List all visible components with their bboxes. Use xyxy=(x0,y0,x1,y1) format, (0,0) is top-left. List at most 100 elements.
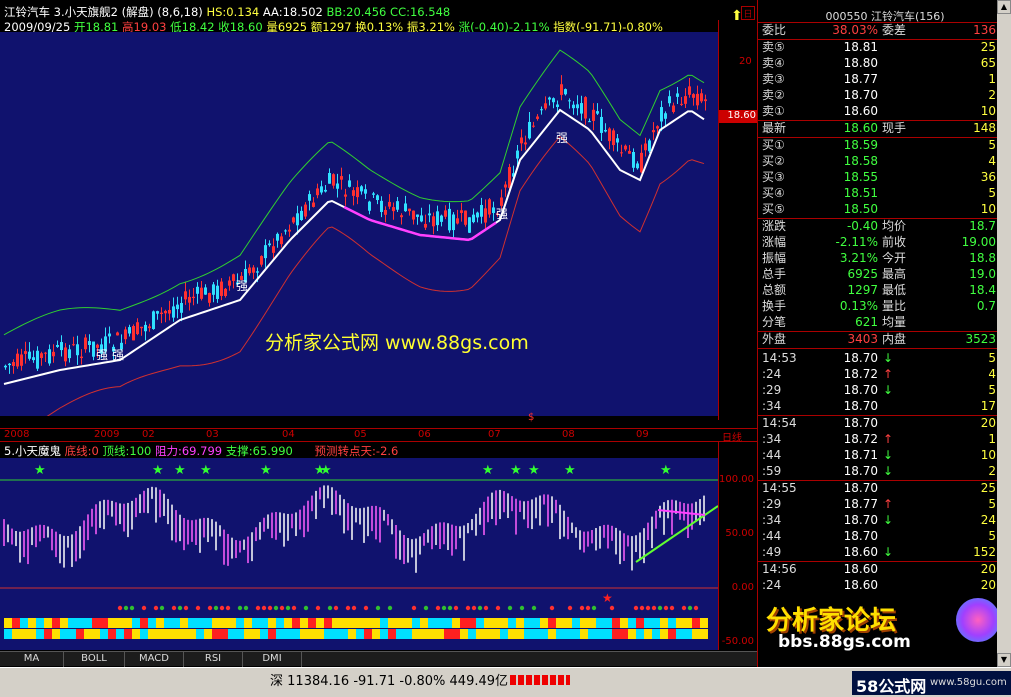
signal-dot xyxy=(669,605,675,611)
tick-row[interactable]: :24 18.72 ↑ 4 xyxy=(758,367,998,382)
tick-row[interactable]: :34 18.70 ↓ 24 xyxy=(758,513,998,528)
tab-boll[interactable]: BOLL xyxy=(64,652,125,667)
tick-row[interactable]: :44 18.70 5 xyxy=(758,529,998,544)
stat-row[interactable]: 振幅 3.21% 今开 18.8 xyxy=(758,251,998,266)
color-band-cell xyxy=(212,629,220,639)
ask-row[interactable]: 卖⑤ 18.81 25 xyxy=(758,40,998,55)
candle-body xyxy=(140,326,143,329)
signal-dot xyxy=(291,605,297,611)
indicator-name[interactable]: 5.小天魔鬼 xyxy=(4,444,61,458)
candlestick-panel[interactable]: 强强强强强 分析家公式网 www.88gs.com $ xyxy=(0,32,718,423)
bid-row[interactable]: 买② 18.58 4 xyxy=(758,154,998,169)
scroll-up-icon[interactable]: ▲ xyxy=(997,0,1011,14)
candle-body xyxy=(452,214,455,231)
candle-body xyxy=(276,233,279,241)
color-band-cell xyxy=(412,618,420,628)
ask-volume: 65 xyxy=(980,56,996,70)
tab-rsi[interactable]: RSI xyxy=(184,652,243,667)
status-index-pct: -0.80% xyxy=(399,674,446,689)
tick-row[interactable]: 14:53 18.70 ↓ 5 xyxy=(758,351,998,366)
tick-direction: ↓ xyxy=(883,464,894,478)
tick-volume: 5 xyxy=(988,383,996,397)
color-band-cell xyxy=(204,618,212,628)
color-band-cell xyxy=(36,629,44,639)
tick-row[interactable]: :59 18.70 ↓ 2 xyxy=(758,464,998,479)
color-band-cell xyxy=(52,618,60,628)
ask-row[interactable]: 卖② 18.70 2 xyxy=(758,88,998,103)
color-band-cell xyxy=(188,629,196,639)
bid-price: 18.58 xyxy=(843,154,878,168)
signal-dot xyxy=(687,605,693,611)
indicator-support: 支撑:65.990 xyxy=(225,444,293,458)
color-band-cell xyxy=(268,618,276,628)
candle-body xyxy=(648,140,651,152)
candle-body xyxy=(356,187,359,198)
candle-body xyxy=(232,274,235,281)
stat-row[interactable]: 涨跌 -0.40 均价 18.7 xyxy=(758,219,998,234)
tick-row[interactable]: :44 18.71 ↓ 10 xyxy=(758,448,998,463)
candle-body xyxy=(620,152,623,154)
color-band-cell xyxy=(124,629,132,639)
tick-row[interactable]: :49 18.60 ↓ 152 xyxy=(758,545,998,560)
bid-row[interactable]: 买① 18.59 5 xyxy=(758,138,998,153)
bid-row[interactable]: 买⑤ 18.50 10 xyxy=(758,202,998,217)
stat-row[interactable]: 总额 1297 最低 18.4 xyxy=(758,283,998,298)
color-band-cell xyxy=(556,629,564,639)
tab-dmi[interactable]: DMI xyxy=(243,652,302,667)
scroll-down-icon[interactable]: ▼ xyxy=(997,653,1011,667)
date-tick: 08 xyxy=(562,429,575,440)
color-band-cell xyxy=(660,618,668,628)
tab-macd[interactable]: MACD xyxy=(125,652,184,667)
bid-row[interactable]: 买③ 18.55 36 xyxy=(758,170,998,185)
tick-row[interactable]: :34 18.72 ↑ 1 xyxy=(758,432,998,447)
color-band-cell xyxy=(660,629,668,639)
color-band-cell xyxy=(76,618,84,628)
tick-row[interactable]: :24 18.60 20 xyxy=(758,578,998,593)
signal-dot xyxy=(303,605,309,611)
signal-dot xyxy=(213,605,219,611)
tick-price: 18.70 xyxy=(843,529,878,543)
formula-name[interactable]: 3.小天旗舰2 (解盘) xyxy=(54,5,154,19)
outer-inner-row[interactable]: 外盘 3403 内盘 3523 xyxy=(758,332,998,347)
color-band-cell xyxy=(108,629,116,639)
tick-row[interactable]: :29 18.77 ↑ 5 xyxy=(758,497,998,512)
signal-dot xyxy=(219,605,225,611)
color-band-cell xyxy=(692,618,700,628)
weicha-value: 136 xyxy=(973,23,996,37)
tick-row[interactable]: 14:56 18.60 20 xyxy=(758,562,998,577)
signal-dot xyxy=(519,605,525,611)
color-band-cell xyxy=(116,618,124,628)
ind-tick-neg50: -50.00 xyxy=(721,636,754,647)
signal-dot xyxy=(651,605,657,611)
tick-volume: 5 xyxy=(988,497,996,511)
signal-dot xyxy=(453,605,459,611)
color-band-cell xyxy=(668,618,676,628)
tick-row[interactable]: :34 18.70 17 xyxy=(758,399,998,414)
color-band-cell xyxy=(572,629,580,639)
stat-row[interactable]: 总手 6925 最高 19.0 xyxy=(758,267,998,282)
tick-row[interactable]: 14:54 18.70 20 xyxy=(758,416,998,431)
stat-row[interactable]: 换手 0.13% 量比 0.7 xyxy=(758,299,998,314)
axis-box-icon[interactable]: 日 xyxy=(741,6,755,20)
tick-row[interactable]: 14:55 18.70 25 xyxy=(758,481,998,496)
tab-ma[interactable]: MA xyxy=(0,652,64,667)
ask-row[interactable]: 卖④ 18.80 65 xyxy=(758,56,998,71)
ask-row[interactable]: 卖① 18.60 10 xyxy=(758,104,998,119)
stat-row[interactable]: 分笔 621 均量 xyxy=(758,315,998,330)
ask-row[interactable]: 卖③ 18.77 1 xyxy=(758,72,998,87)
tick-time: :24 xyxy=(762,367,782,381)
color-band-cell xyxy=(332,618,340,628)
color-band-cell xyxy=(428,618,436,628)
last-row[interactable]: 最新 18.60 现手 148 xyxy=(758,121,998,136)
bid-row[interactable]: 买④ 18.51 5 xyxy=(758,186,998,201)
main-watermark: 分析家公式网 www.88gs.com xyxy=(265,332,529,354)
tick-row[interactable]: :29 18.70 ↓ 5 xyxy=(758,383,998,398)
stat-row[interactable]: 涨幅 -2.11% 前收 19.00 xyxy=(758,235,998,250)
candle-body xyxy=(352,190,355,196)
weibi-row[interactable]: 委比 38.03% 委差 136 xyxy=(758,23,998,38)
color-band-cell xyxy=(628,629,636,639)
right-scrollbar[interactable]: ▲ ▼ xyxy=(997,0,1011,667)
signal-dot xyxy=(129,605,135,611)
candle-body xyxy=(448,208,451,231)
indicator-panel[interactable]: ★ ★ ★ ★ ★ ★ ★ ★ ★ ★ ★ ★ ★ xyxy=(0,458,718,650)
